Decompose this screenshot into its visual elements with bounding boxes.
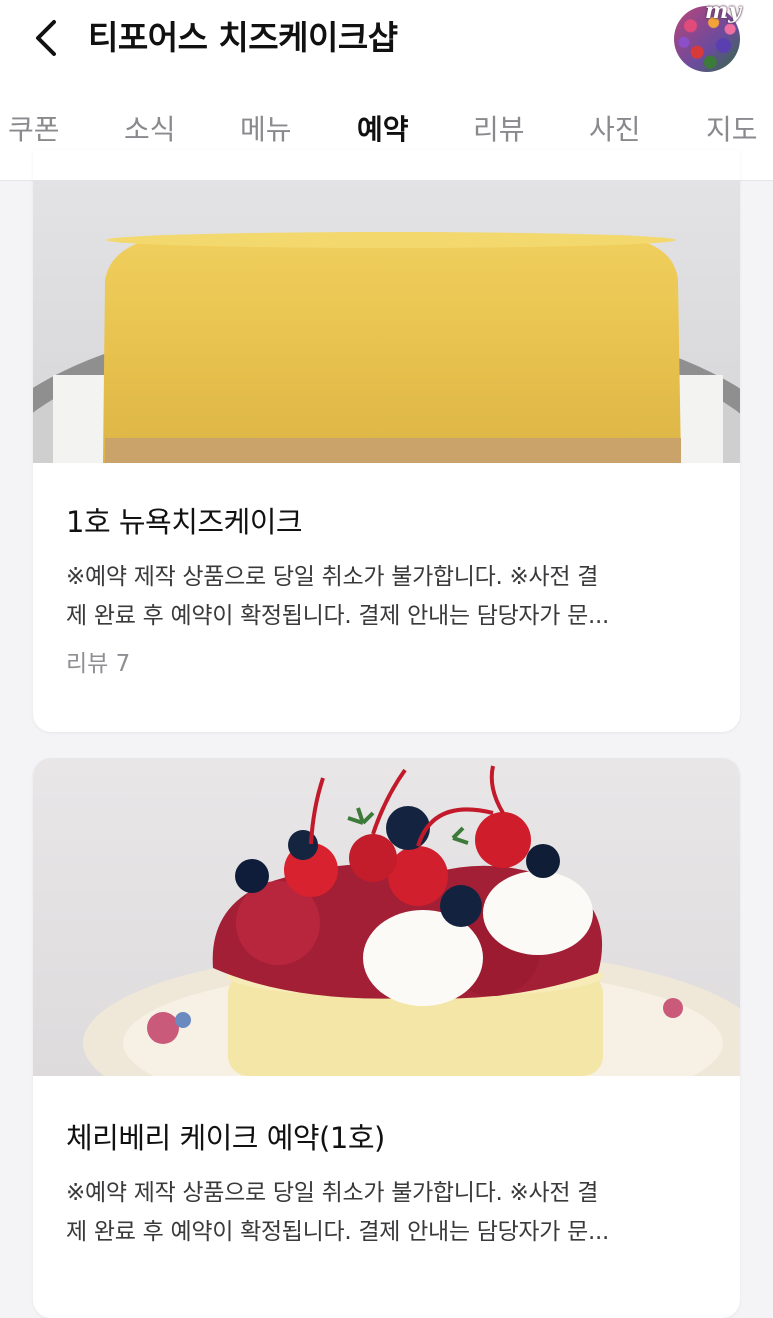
product-description: ※예약 제작 상품으로 당일 취소가 불가합니다. ※사전 결 제 완료 후 예… (66, 564, 610, 629)
product-name: 1호 뉴욕치즈케이크 (66, 505, 303, 539)
tab-coupon[interactable]: 쿠폰 (8, 108, 60, 152)
product-image (33, 758, 740, 1076)
page-title: 티포어스 치즈케이크샵 (88, 18, 398, 57)
tab-map[interactable]: 지도 (706, 108, 758, 152)
back-button[interactable] (24, 16, 68, 60)
chevron-left-icon (36, 20, 56, 56)
product-card[interactable]: 1호 뉴욕치즈케이크 ※예약 제작 상품으로 당일 취소가 불가합니다. ※사전… (33, 150, 740, 732)
tab-menu[interactable]: 메뉴 (240, 108, 292, 152)
product-description: ※예약 제작 상품으로 당일 취소가 불가합니다. ※사전 결 제 완료 후 예… (66, 1180, 610, 1245)
review-count[interactable]: 리뷰 7 (66, 646, 712, 682)
my-label: my (705, 0, 742, 24)
tab-reservation[interactable]: 예약 (357, 108, 409, 152)
product-name: 체리베리 케이크 예약(1호) (66, 1121, 385, 1155)
tab-review[interactable]: 리뷰 (473, 108, 525, 152)
top-bar: 티포어스 치즈케이크샵 my (0, 0, 773, 78)
tab-photo[interactable]: 사진 (589, 108, 641, 152)
product-image (33, 180, 740, 463)
product-card[interactable]: 체리베리 케이크 예약(1호) ※예약 제작 상품으로 당일 취소가 불가합니다… (33, 758, 740, 1318)
tab-news[interactable]: 소식 (124, 108, 176, 152)
